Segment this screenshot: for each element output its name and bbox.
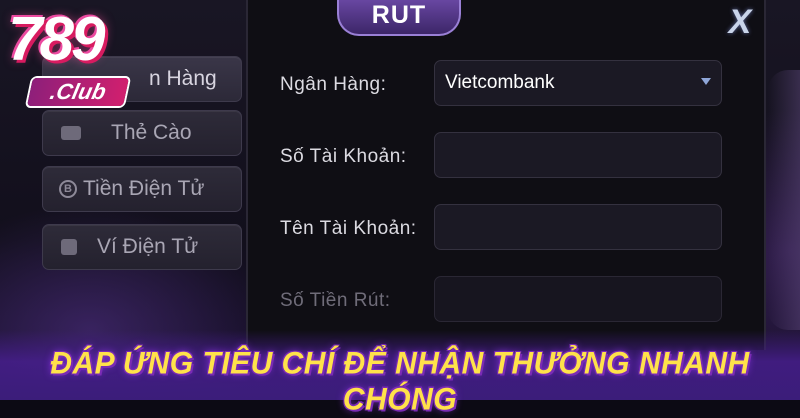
close-button[interactable]: X	[722, 3, 758, 41]
sidebar-item-label: Ví Điện Tử	[97, 235, 199, 258]
bitcoin-icon: B	[59, 180, 77, 198]
right-edge-glow	[768, 70, 800, 330]
logo-number: 789	[8, 5, 105, 74]
sidebar-item-crypto[interactable]: B Tiền Điện Tử	[42, 166, 242, 212]
bank-label: Ngân Hàng:	[280, 74, 387, 95]
modal-title: RUT	[337, 0, 461, 36]
amount-label: Số Tiền Rút:	[280, 290, 391, 311]
account-number-field[interactable]	[434, 132, 722, 178]
chevron-down-icon	[701, 78, 711, 85]
brand-logo: 789 .Club	[0, 0, 150, 118]
account-name-field[interactable]	[434, 204, 722, 250]
sidebar-item-label: n Hàng	[149, 67, 217, 90]
amount-field[interactable]	[434, 276, 722, 322]
account-number-label: Số Tài Khoản:	[280, 146, 407, 167]
bank-select-value: Vietcombank	[445, 72, 555, 93]
sidebar-item-label: Thẻ Cào	[111, 121, 192, 144]
logo-club: .Club	[27, 78, 129, 106]
card-icon	[61, 126, 81, 140]
sidebar-item-e-wallet[interactable]: Ví Điện Tử	[42, 224, 242, 270]
sidebar-item-label: Tiền Điện Tử	[83, 177, 205, 200]
bank-select[interactable]: Vietcombank	[434, 60, 722, 106]
wallet-icon	[61, 239, 77, 255]
account-name-label: Tên Tài Khoản:	[280, 218, 417, 239]
headline-text: ĐÁP ỨNG TIÊU CHÍ ĐỂ NHẬN THƯỞNG NHANH CH…	[50, 346, 750, 417]
